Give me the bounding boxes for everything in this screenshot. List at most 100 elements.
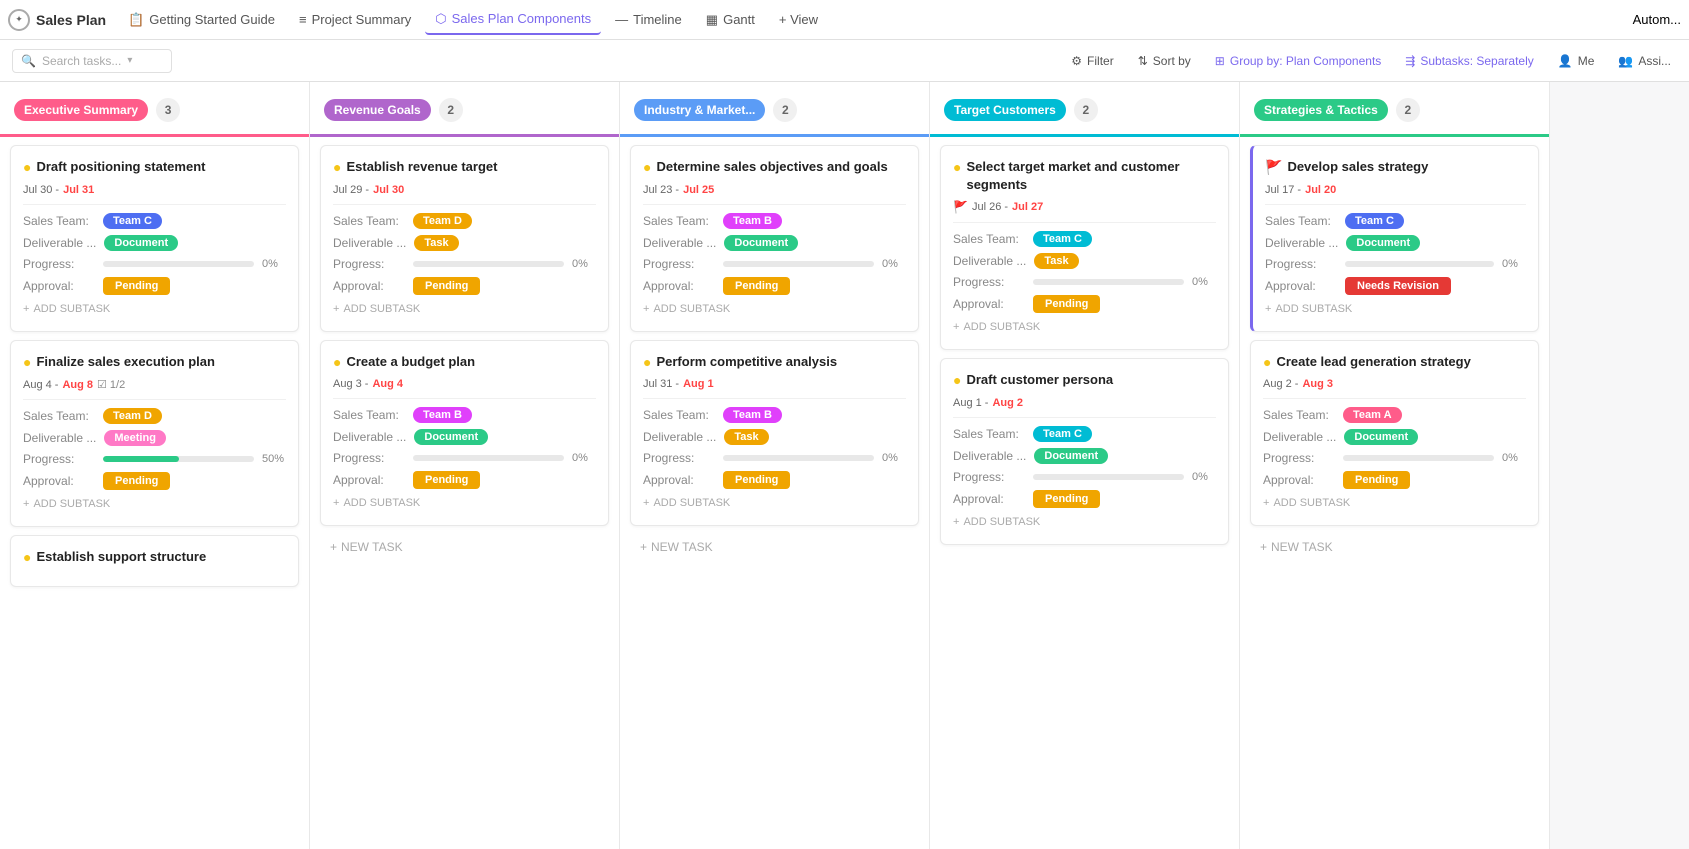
- approval-row-establish-revenue: Approval: Pending: [333, 277, 596, 295]
- add-subtask-create-budget[interactable]: + ADD SUBTASK: [333, 493, 596, 513]
- tab-timeline[interactable]: — Timeline: [605, 6, 692, 33]
- subtasks-label: Subtasks: Separately: [1420, 54, 1533, 68]
- deliverable-tag-create-budget[interactable]: Document: [414, 429, 488, 445]
- deliverable-tag-select-target-market[interactable]: Task: [1034, 253, 1078, 269]
- gantt-icon: ▦: [706, 12, 718, 28]
- card-icon-establish-support: ●: [23, 548, 31, 568]
- add-subtask-select-target-market[interactable]: + ADD SUBTASK: [953, 317, 1216, 337]
- search-placeholder: Search tasks...: [42, 54, 121, 68]
- add-subtask-finalize-sales[interactable]: + ADD SUBTASK: [23, 494, 286, 514]
- progress-row-establish-revenue: Progress: 0%: [333, 257, 596, 271]
- new-task-revenue-goals[interactable]: +NEW TASK: [320, 534, 609, 560]
- assign-button[interactable]: 👥 Assi...: [1612, 51, 1677, 71]
- divider: [953, 417, 1216, 418]
- approval-row-finalize-sales: Approval: Pending: [23, 472, 286, 490]
- tab-project-summary[interactable]: ≡ Project Summary: [289, 6, 421, 33]
- card-create-budget[interactable]: ● Create a budget plan Aug 3 - Aug 4 Sal…: [320, 340, 609, 527]
- card-title-draft-customer-persona: ● Draft customer persona: [953, 371, 1216, 391]
- approval-tag-select-target-market[interactable]: Pending: [1033, 295, 1100, 313]
- approval-tag-develop-sales-strategy[interactable]: Needs Revision: [1345, 277, 1451, 295]
- approval-tag-draft-positioning[interactable]: Pending: [103, 277, 170, 295]
- team-tag-establish-revenue[interactable]: Team D: [413, 213, 472, 229]
- progress-label: Progress:: [1263, 451, 1335, 465]
- team-tag-draft-positioning[interactable]: Team C: [103, 213, 162, 229]
- deliverable-tag-draft-customer-persona[interactable]: Document: [1034, 448, 1108, 464]
- add-subtask-perform-competitive[interactable]: + ADD SUBTASK: [643, 493, 906, 513]
- team-tag-select-target-market[interactable]: Team C: [1033, 231, 1092, 247]
- deliverable-tag-establish-revenue[interactable]: Task: [414, 235, 458, 251]
- cards-revenue-goals: ● Establish revenue target Jul 29 - Jul …: [310, 137, 619, 849]
- progress-label: Progress:: [643, 257, 715, 271]
- team-tag-determine-sales[interactable]: Team B: [723, 213, 782, 229]
- card-draft-customer-persona[interactable]: ● Draft customer persona Aug 1 - Aug 2 S…: [940, 358, 1229, 545]
- deliverable-tag-perform-competitive[interactable]: Task: [724, 429, 768, 445]
- team-tag-develop-sales-strategy[interactable]: Team C: [1345, 213, 1404, 229]
- sales-team-row-create-budget: Sales Team: Team B: [333, 407, 596, 423]
- card-establish-support[interactable]: ● Establish support structure: [10, 535, 299, 587]
- sales-team-label: Sales Team:: [953, 427, 1025, 441]
- column-industry-market: Industry & Market... 2 ● Determine sales…: [620, 82, 930, 849]
- progress-bar-wrap: [103, 261, 254, 267]
- card-establish-revenue[interactable]: ● Establish revenue target Jul 29 - Jul …: [320, 145, 609, 332]
- tab-getting-started[interactable]: 📋 Getting Started Guide: [118, 6, 285, 34]
- add-subtask-create-lead-generation[interactable]: + ADD SUBTASK: [1263, 493, 1526, 513]
- filter-button[interactable]: ⚙ Filter: [1065, 51, 1119, 71]
- card-title-finalize-sales: ● Finalize sales execution plan: [23, 353, 286, 373]
- progress-label: Progress:: [1265, 257, 1337, 271]
- approval-tag-create-budget[interactable]: Pending: [413, 471, 480, 489]
- add-subtask-draft-positioning[interactable]: + ADD SUBTASK: [23, 299, 286, 319]
- deliverable-tag-create-lead-generation[interactable]: Document: [1344, 429, 1418, 445]
- card-finalize-sales[interactable]: ● Finalize sales execution plan Aug 4 - …: [10, 340, 299, 528]
- tab-view[interactable]: + View: [769, 6, 828, 33]
- deliverable-tag-develop-sales-strategy[interactable]: Document: [1346, 235, 1420, 251]
- add-subtask-draft-customer-persona[interactable]: + ADD SUBTASK: [953, 512, 1216, 532]
- approval-tag-draft-customer-persona[interactable]: Pending: [1033, 490, 1100, 508]
- tab-gantt[interactable]: ▦ Gantt: [696, 6, 765, 34]
- sort-button[interactable]: ⇅ Sort by: [1132, 51, 1197, 71]
- group-button[interactable]: ⊞ Group by: Plan Components: [1209, 51, 1387, 71]
- deliverable-tag-determine-sales[interactable]: Document: [724, 235, 798, 251]
- team-tag-create-lead-generation[interactable]: Team A: [1343, 407, 1402, 423]
- me-button[interactable]: 👤 Me: [1552, 51, 1601, 71]
- team-tag-finalize-sales[interactable]: Team D: [103, 408, 162, 424]
- progress-pct: 0%: [1502, 258, 1526, 270]
- progress-pct: 0%: [262, 258, 286, 270]
- plus-icon: +: [640, 540, 647, 554]
- add-subtask-develop-sales-strategy[interactable]: + ADD SUBTASK: [1265, 299, 1526, 319]
- approval-tag-perform-competitive[interactable]: Pending: [723, 471, 790, 489]
- progress-pct: 0%: [1192, 471, 1216, 483]
- approval-tag-establish-revenue[interactable]: Pending: [413, 277, 480, 295]
- card-determine-sales[interactable]: ● Determine sales objectives and goals J…: [630, 145, 919, 332]
- card-perform-competitive[interactable]: ● Perform competitive analysis Jul 31 - …: [630, 340, 919, 527]
- team-tag-perform-competitive[interactable]: Team B: [723, 407, 782, 423]
- approval-tag-finalize-sales[interactable]: Pending: [103, 472, 170, 490]
- tab-getting-started-label: Getting Started Guide: [149, 12, 275, 27]
- new-task-strategies-tactics[interactable]: +NEW TASK: [1250, 534, 1539, 560]
- subtasks-button[interactable]: ⇶ Subtasks: Separately: [1399, 51, 1539, 71]
- new-task-industry-market[interactable]: +NEW TASK: [630, 534, 919, 560]
- divider: [333, 204, 596, 205]
- search-box[interactable]: 🔍 Search tasks... ▾: [12, 49, 172, 73]
- progress-row-draft-positioning: Progress: 0%: [23, 257, 286, 271]
- deliverable-tag-draft-positioning[interactable]: Document: [104, 235, 178, 251]
- approval-tag-create-lead-generation[interactable]: Pending: [1343, 471, 1410, 489]
- deliverable-label: Deliverable ...: [333, 430, 406, 444]
- team-tag-create-budget[interactable]: Team B: [413, 407, 472, 423]
- card-develop-sales-strategy[interactable]: 🚩 Develop sales strategy Jul 17 - Jul 20…: [1250, 145, 1539, 332]
- deliverable-tag-finalize-sales[interactable]: Meeting: [104, 430, 166, 446]
- column-count-strategies-tactics: 2: [1396, 98, 1420, 122]
- card-draft-positioning[interactable]: ● Draft positioning statement Jul 30 - J…: [10, 145, 299, 332]
- divider: [1265, 204, 1526, 205]
- deliverable-row-draft-customer-persona: Deliverable ... Document: [953, 448, 1216, 464]
- add-subtask-establish-revenue[interactable]: + ADD SUBTASK: [333, 299, 596, 319]
- deliverable-label: Deliverable ...: [953, 449, 1026, 463]
- progress-bar-wrap: [1345, 261, 1494, 267]
- team-tag-draft-customer-persona[interactable]: Team C: [1033, 426, 1092, 442]
- approval-tag-determine-sales[interactable]: Pending: [723, 277, 790, 295]
- add-subtask-determine-sales[interactable]: + ADD SUBTASK: [643, 299, 906, 319]
- tab-sales-plan-components[interactable]: ⬡ Sales Plan Components: [425, 5, 601, 35]
- tab-timeline-label: Timeline: [633, 12, 682, 27]
- card-create-lead-generation[interactable]: ● Create lead generation strategy Aug 2 …: [1250, 340, 1539, 527]
- card-select-target-market[interactable]: ● Select target market and customer segm…: [940, 145, 1229, 350]
- column-executive-summary: Executive Summary 3 ● Draft positioning …: [0, 82, 310, 849]
